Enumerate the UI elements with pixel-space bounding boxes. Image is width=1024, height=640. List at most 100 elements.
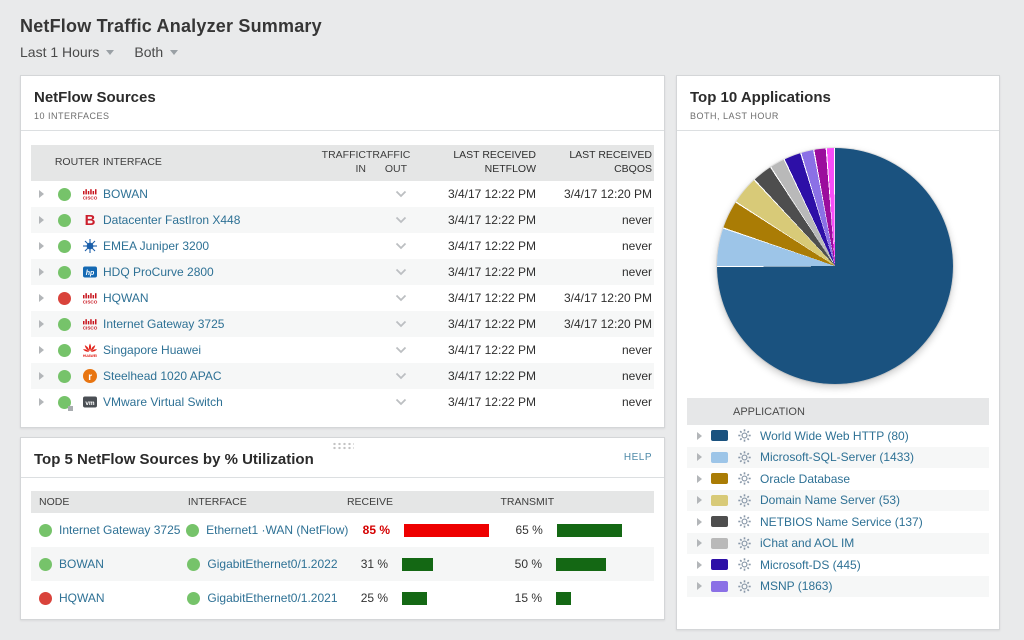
netflow-sources-table: ROUTER INTERFACE TRAFFIC IN TRAFFIC OUT … (31, 145, 654, 415)
applications-list-header: APPLICATION (687, 398, 989, 425)
last-received-netflow: 3/4/17 12:22 PM (411, 187, 536, 201)
expand-arrow-icon[interactable] (39, 346, 44, 354)
application-link[interactable]: iChat and AOL IM (760, 536, 854, 550)
expand-arrow-icon[interactable] (697, 582, 702, 590)
router-link[interactable]: VMware Virtual Switch (103, 395, 321, 409)
expand-arrow-icon[interactable] (697, 561, 702, 569)
node-status-dot (39, 592, 52, 605)
last-received-netflow: 3/4/17 12:22 PM (411, 213, 536, 227)
expand-arrow-icon[interactable] (39, 294, 44, 302)
interface-link[interactable]: Ethernet1 ·WAN (NetFlow) (206, 523, 348, 537)
application-link[interactable]: World Wide Web HTTP (80) (760, 429, 909, 443)
expand-arrow-icon[interactable] (697, 432, 702, 440)
netflow-source-row: CISCO Internet Gateway 3725 3/4/17 12:22… (31, 311, 654, 337)
application-gear-icon (737, 514, 753, 529)
router-link[interactable]: BOWAN (103, 187, 321, 201)
last-received-cbqos: never (536, 265, 654, 279)
status-dot (58, 266, 71, 279)
col-traffic-out: TRAFFIC OUT (366, 149, 411, 176)
expand-arrow-icon[interactable] (39, 242, 44, 250)
vendor-icon: CISCO (82, 316, 98, 332)
application-link[interactable]: NETBIOS Name Service (137) (760, 515, 923, 529)
application-gear-icon (737, 450, 753, 465)
col-interface: INTERFACE (188, 496, 347, 508)
traffic-dropdown-icon[interactable] (395, 372, 407, 380)
router-link[interactable]: Singapore Huawei (103, 343, 321, 357)
series-color-swatch (711, 473, 728, 484)
expand-arrow-icon[interactable] (697, 496, 702, 504)
expand-arrow-icon[interactable] (39, 190, 44, 198)
expand-arrow-icon[interactable] (39, 320, 44, 328)
traffic-dropdown-icon[interactable] (395, 346, 407, 354)
filter-bar: Last 1 Hours Both (20, 44, 1024, 60)
transmit-bar (557, 524, 622, 537)
series-color-swatch (711, 495, 728, 506)
interface-status-dot (187, 558, 200, 571)
application-row: MSNP (1863) (687, 576, 989, 598)
traffic-dropdown-icon[interactable] (395, 216, 407, 224)
netflow-source-row: CISCO BOWAN 3/4/17 12:22 PM 3/4/17 12:20… (31, 181, 654, 207)
node-link[interactable]: Internet Gateway 3725 (59, 523, 180, 537)
last-received-netflow: 3/4/17 12:22 PM (411, 239, 536, 253)
last-received-cbqos: never (536, 369, 654, 383)
receive-percent: 85 % (348, 523, 390, 537)
application-link[interactable]: Microsoft-SQL-Server (1433) (760, 450, 914, 464)
applications-pie-chart[interactable] (717, 148, 953, 384)
interface-link[interactable]: GigabitEthernet0/1.2021 (207, 591, 337, 605)
top5-header: Top 5 NetFlow Sources by % Utilization H… (21, 438, 664, 478)
application-gear-icon (737, 471, 753, 486)
expand-arrow-icon[interactable] (39, 372, 44, 380)
vendor-icon: CISCO (82, 290, 98, 306)
time-range-dropdown[interactable]: Last 1 Hours (20, 44, 114, 60)
interface-link[interactable]: GigabitEthernet0/1.2022 (207, 557, 337, 571)
expand-arrow-icon[interactable] (39, 398, 44, 406)
expand-arrow-icon[interactable] (697, 539, 702, 547)
series-color-swatch (711, 538, 728, 549)
traffic-dropdown-icon[interactable] (395, 268, 407, 276)
router-link[interactable]: Internet Gateway 3725 (103, 317, 321, 331)
netflow-sources-panel: NetFlow Sources 10 INTERFACES ROUTER INT… (20, 75, 665, 428)
application-gear-icon (737, 428, 753, 443)
netflow-source-row: hp HDQ ProCurve 2800 3/4/17 12:22 PM nev… (31, 259, 654, 285)
status-dot (58, 240, 71, 253)
node-link[interactable]: HQWAN (59, 591, 105, 605)
top5-title: Top 5 NetFlow Sources by % Utilization (34, 451, 651, 468)
expand-arrow-icon[interactable] (697, 453, 702, 461)
applications-list-body: World Wide Web HTTP (80) Microsoft-SQL-S… (687, 425, 989, 597)
router-link[interactable]: HDQ ProCurve 2800 (103, 265, 321, 279)
status-dot (58, 292, 71, 305)
application-link[interactable]: MSNP (1863) (760, 579, 832, 593)
last-received-netflow: 3/4/17 12:22 PM (411, 291, 536, 305)
netflow-sources-title: NetFlow Sources (34, 89, 651, 106)
traffic-dropdown-icon[interactable] (395, 190, 407, 198)
traffic-dropdown-icon[interactable] (395, 320, 407, 328)
router-link[interactable]: EMEA Juniper 3200 (103, 239, 321, 253)
vendor-icon (82, 238, 98, 254)
expand-arrow-icon[interactable] (697, 475, 702, 483)
last-received-cbqos: 3/4/17 12:20 PM (536, 317, 654, 331)
col-last-netflow: LAST RECEIVED NETFLOW (411, 149, 536, 176)
vendor-icon: r (82, 368, 98, 384)
traffic-dropdown-icon[interactable] (395, 242, 407, 250)
router-link[interactable]: HQWAN (103, 291, 321, 305)
application-link[interactable]: Domain Name Server (53) (760, 493, 900, 507)
help-link[interactable]: HELP (624, 452, 652, 463)
traffic-dropdown-icon[interactable] (395, 294, 407, 302)
application-link[interactable]: Microsoft-DS (445) (760, 558, 861, 572)
col-traffic-in: TRAFFIC IN (321, 149, 366, 176)
direction-dropdown[interactable]: Both (134, 44, 178, 60)
chevron-down-icon (170, 50, 178, 55)
router-link[interactable]: Datacenter FastIron X448 (103, 213, 321, 227)
direction-label: Both (134, 44, 163, 60)
application-row: Microsoft-DS (445) (687, 554, 989, 576)
series-color-swatch (711, 452, 728, 463)
node-link[interactable]: BOWAN (59, 557, 104, 571)
expand-arrow-icon[interactable] (697, 518, 702, 526)
router-link[interactable]: Steelhead 1020 APAC (103, 369, 321, 383)
svg-text:r: r (88, 372, 92, 383)
netflow-sources-header: NetFlow Sources 10 INTERFACES (21, 76, 664, 131)
traffic-dropdown-icon[interactable] (395, 398, 407, 406)
expand-arrow-icon[interactable] (39, 268, 44, 276)
application-link[interactable]: Oracle Database (760, 472, 850, 486)
expand-arrow-icon[interactable] (39, 216, 44, 224)
